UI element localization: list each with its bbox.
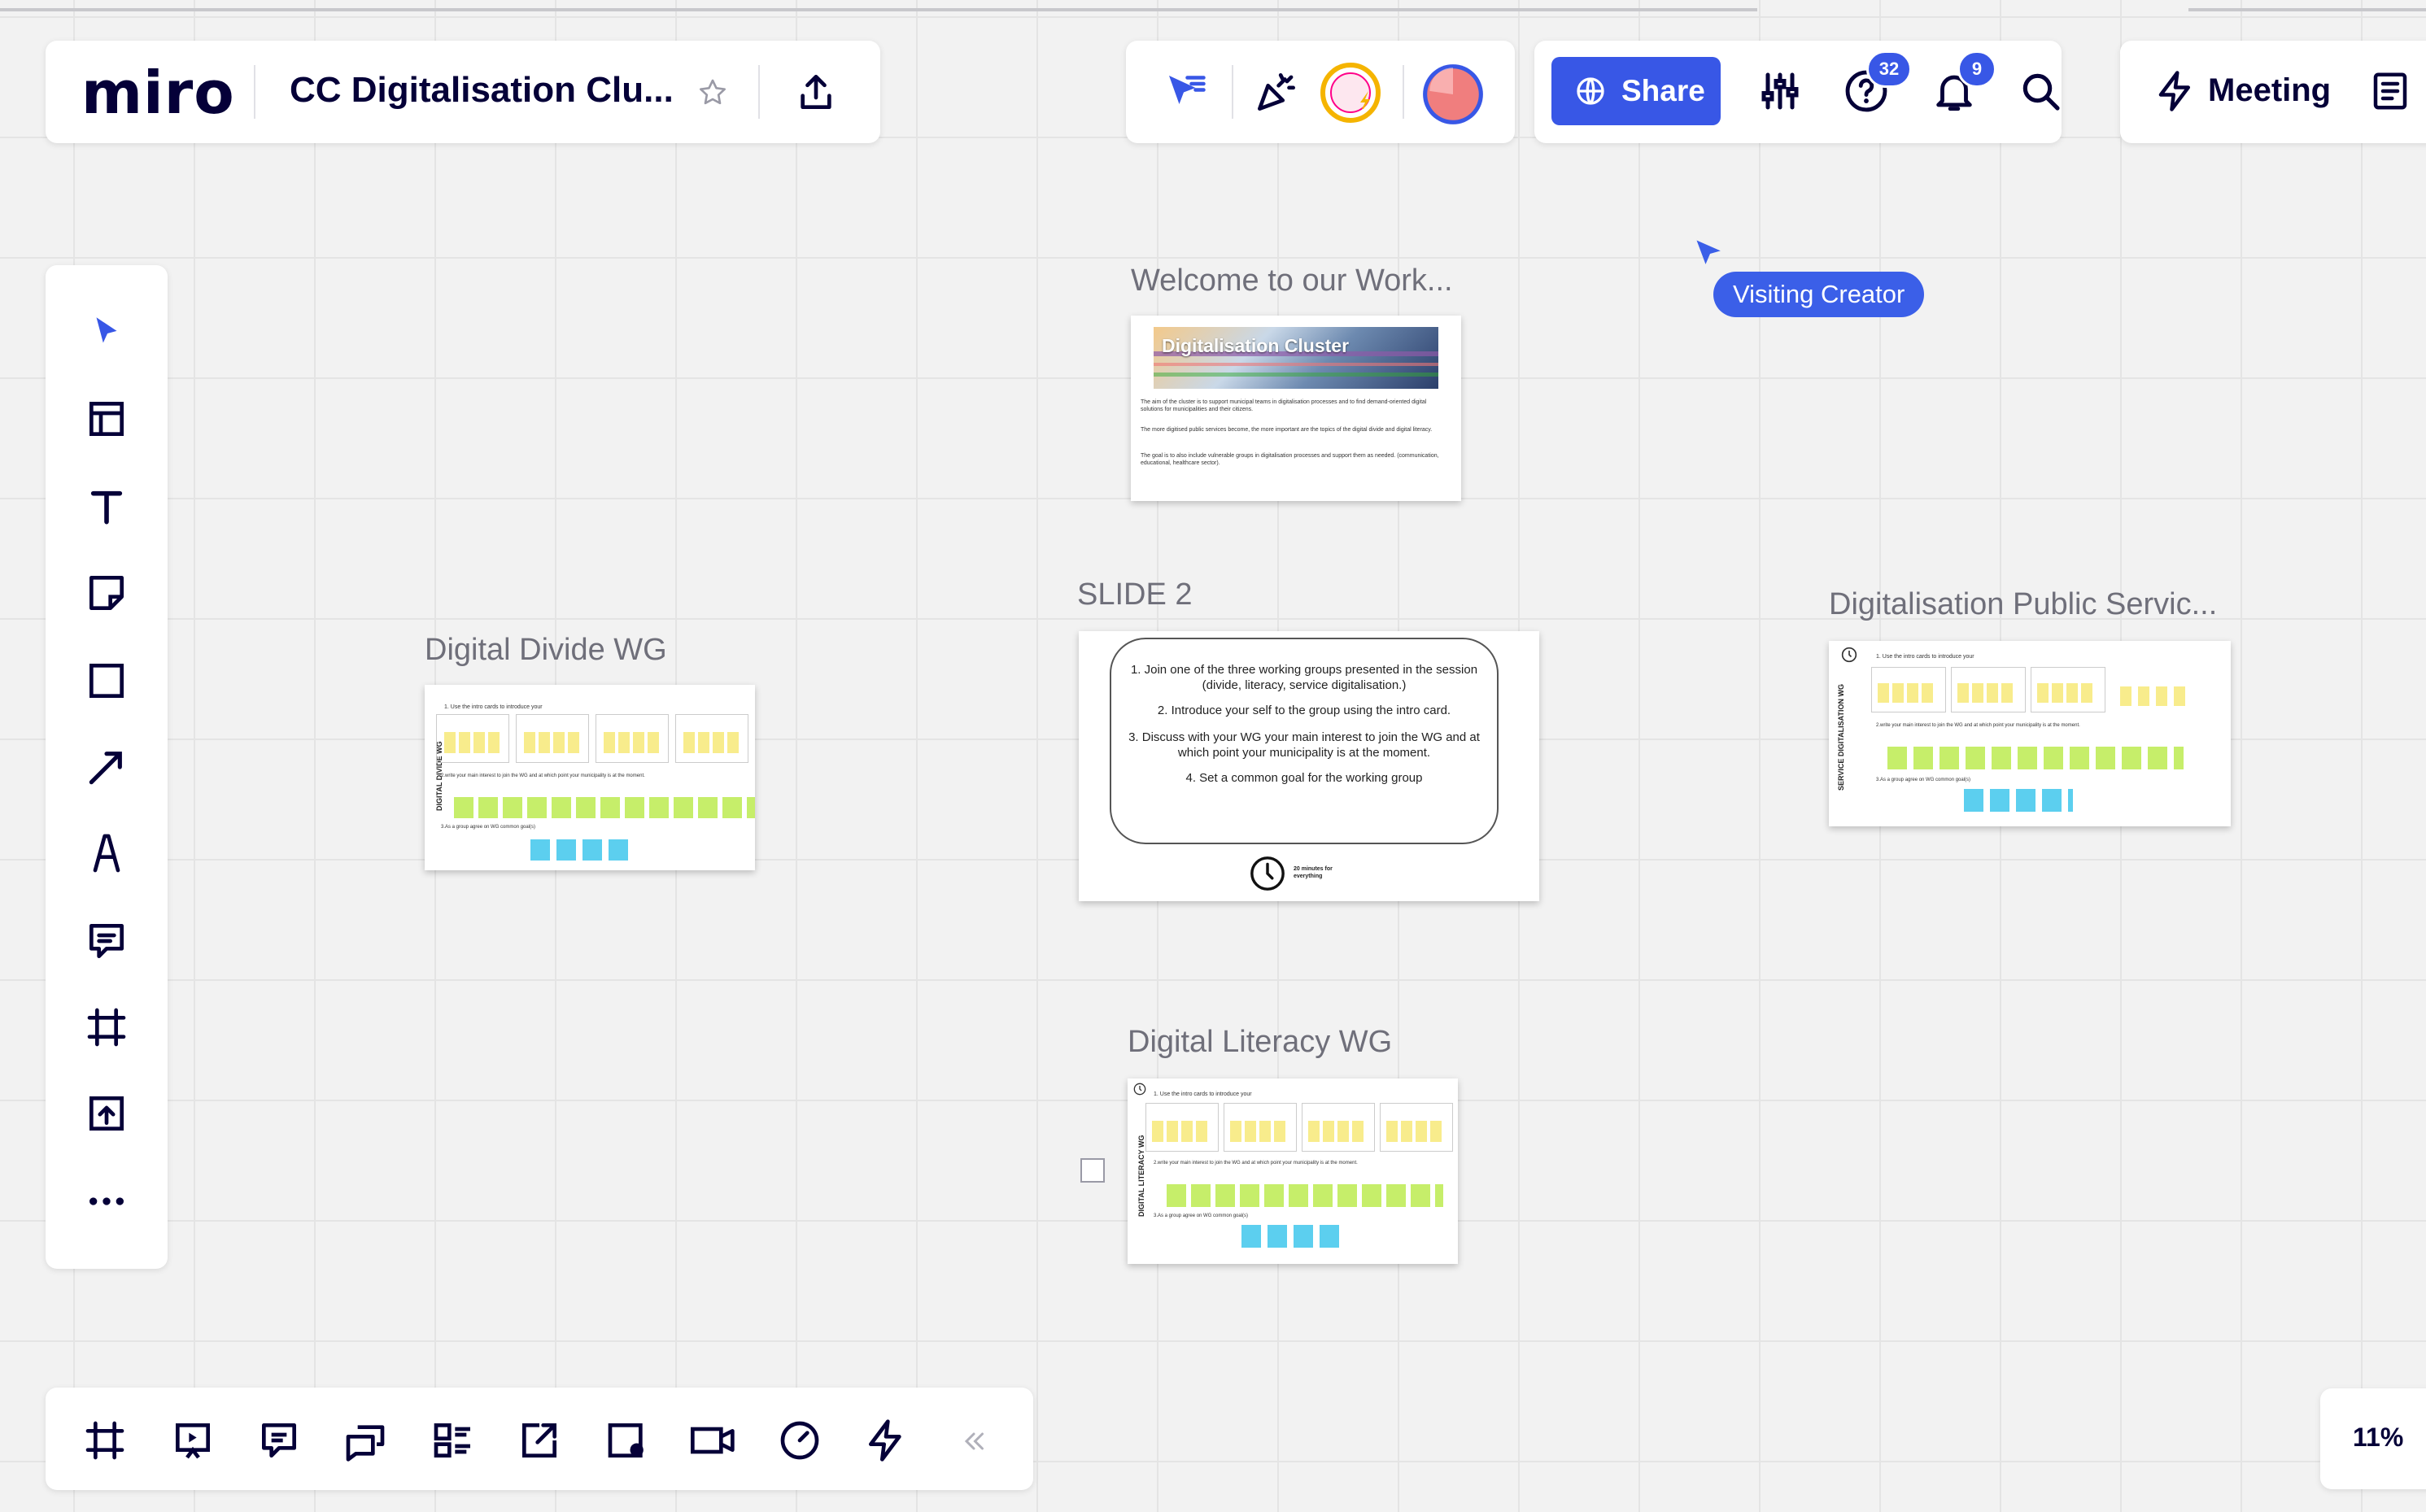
- service-step-2: 2.write your main interest to join the W…: [1876, 723, 2080, 728]
- divide-step-1: 1. Use the intro cards to introduce your: [444, 704, 543, 710]
- video-call-icon[interactable]: [687, 1415, 740, 1466]
- slide2-instruction-box: 1. Join one of the three working groups …: [1110, 638, 1499, 844]
- frame-digital-divide[interactable]: DIGITAL DIVIDE WG 1. Use the intro cards…: [425, 685, 755, 870]
- zoom-level: 11%: [2353, 1423, 2404, 1452]
- frame-title-divide[interactable]: Digital Divide WG: [425, 633, 667, 668]
- divide-green-stickies: [454, 797, 755, 818]
- service-clock-icon: [1840, 646, 1858, 664]
- service-blue-stickies: [1964, 789, 2073, 812]
- service-intro-cards: [1871, 667, 2213, 712]
- upload-icon[interactable]: [81, 1088, 132, 1139]
- miro-logo[interactable]: miro: [81, 59, 235, 127]
- templates-icon[interactable]: [81, 394, 132, 444]
- board-header-panel: miro CC Digitalisation Clu...: [46, 41, 880, 143]
- app-badge-icon[interactable]: [1318, 60, 1383, 125]
- top-edge-right: [2188, 8, 2426, 11]
- power-ups-icon[interactable]: [861, 1415, 911, 1466]
- checkbox[interactable]: [1080, 1158, 1105, 1183]
- more-tools-icon[interactable]: [81, 1176, 132, 1227]
- welcome-paragraph-1: The aim of the cluster is to support mun…: [1141, 399, 1427, 412]
- service-step-1: 1. Use the intro cards to introduce your: [1876, 654, 1974, 660]
- divider: [1403, 65, 1404, 119]
- text-tool-icon[interactable]: [81, 481, 132, 532]
- divider: [1232, 65, 1233, 119]
- settings-sliders-icon[interactable]: [1754, 65, 1806, 117]
- export-upload-icon[interactable]: [791, 67, 841, 117]
- slide2-step-1: 1. Join one of the three working groups …: [1130, 663, 1478, 692]
- divide-step-3: 3.As a group agree on WG common goal(s): [441, 825, 536, 830]
- frame-service-digitalisation[interactable]: SERVICE DIGITALISATION WG 1. Use the int…: [1829, 641, 2231, 826]
- literacy-step-2: 2.write your main interest to join the W…: [1154, 1161, 1358, 1166]
- welcome-banner-title: Digitalisation Cluster: [1162, 335, 1350, 356]
- top-edge: [0, 8, 1757, 11]
- literacy-intro-cards: [1145, 1103, 1458, 1152]
- frame-slide2[interactable]: 1. Join one of the three working groups …: [1079, 631, 1539, 901]
- card-list-icon[interactable]: [428, 1415, 478, 1466]
- welcome-banner-image: Digitalisation Cluster: [1154, 327, 1438, 389]
- chat-icon[interactable]: [340, 1415, 391, 1466]
- help-count-badge: 32: [1866, 50, 1912, 88]
- comments-list-icon[interactable]: [254, 1415, 304, 1466]
- collaborator-name-label: Visiting Creator: [1713, 272, 1925, 317]
- frame-title-service[interactable]: Digitalisation Public Servic...: [1829, 587, 2217, 622]
- literacy-clock-icon: [1132, 1082, 1147, 1096]
- slide2-step-3: 3. Discuss with your WG your main intere…: [1128, 730, 1480, 760]
- share-screen-icon[interactable]: [514, 1415, 565, 1466]
- slide2-timer-text: 20 minutes for everything: [1294, 866, 1333, 879]
- frame-welcome[interactable]: Digitalisation Cluster The aim of the cl…: [1131, 316, 1461, 501]
- service-green-stickies: [1887, 747, 2184, 769]
- slide2-step-4: 4. Set a common goal for the working gro…: [1185, 771, 1423, 785]
- notifications-count-badge: 9: [1957, 50, 1996, 88]
- frames-icon[interactable]: [80, 1415, 130, 1466]
- service-step-3: 3.As a group agree on WG common goal(s): [1876, 778, 1971, 782]
- lightning-icon[interactable]: [2151, 67, 2200, 115]
- pen-icon[interactable]: [81, 828, 132, 878]
- search-icon[interactable]: [2014, 65, 2066, 117]
- literacy-step-3: 3.As a group agree on WG common goal(s): [1154, 1214, 1249, 1218]
- globe-icon: [1577, 77, 1604, 105]
- divide-blue-stickies: [530, 839, 631, 861]
- frame-title-slide2[interactable]: SLIDE 2: [1077, 577, 1193, 612]
- share-label: Share: [1621, 74, 1705, 107]
- share-button[interactable]: Share: [1551, 57, 1721, 125]
- zoom-indicator[interactable]: 11%: [2320, 1388, 2426, 1489]
- collaborator-cursor-icon: [1692, 236, 1728, 272]
- frame-icon[interactable]: [81, 1002, 132, 1052]
- notes-panel-icon[interactable]: [2366, 67, 2415, 115]
- literacy-side-label: DIGITAL LITERACY WG: [1137, 1135, 1145, 1218]
- frame-title-welcome[interactable]: Welcome to our Work...: [1131, 264, 1453, 298]
- sticky-note-icon[interactable]: [81, 568, 132, 618]
- comment-icon[interactable]: [81, 916, 132, 966]
- literacy-step-1: 1. Use the intro cards to introduce your: [1154, 1092, 1252, 1097]
- cursor-follow-icon[interactable]: [1160, 67, 1211, 117]
- select-cursor-icon[interactable]: [81, 307, 132, 358]
- literacy-green-stickies: [1167, 1184, 1443, 1207]
- shape-rectangle-icon[interactable]: [81, 656, 132, 706]
- welcome-paragraph-3: The goal is to also include vulnerable g…: [1141, 453, 1439, 466]
- divide-step-2: 2.write your main interest to join the W…: [441, 773, 645, 778]
- collaboration-panel: [1126, 41, 1515, 143]
- board-title[interactable]: CC Digitalisation Clu...: [290, 70, 674, 111]
- literacy-blue-stickies: [1241, 1225, 1342, 1248]
- slide2-step-2: 2. Introduce your self to the group usin…: [1157, 704, 1451, 717]
- connection-line-icon[interactable]: [81, 742, 132, 792]
- divider: [758, 65, 760, 119]
- timer-icon[interactable]: [774, 1415, 825, 1466]
- screen-record-icon[interactable]: [602, 1415, 652, 1466]
- presentation-icon[interactable]: [168, 1415, 218, 1466]
- frame-title-literacy[interactable]: Digital Literacy WG: [1128, 1025, 1392, 1060]
- star-icon[interactable]: [693, 73, 732, 112]
- service-side-label: SERVICE DIGITALISATION WG: [1837, 683, 1845, 791]
- divide-intro-cards: [436, 714, 753, 763]
- welcome-paragraph-2: The more digitised public services becom…: [1141, 427, 1433, 433]
- celebrate-icon[interactable]: [1250, 65, 1303, 119]
- clock-icon: [1248, 854, 1287, 893]
- meeting-label[interactable]: Meeting: [2208, 72, 2331, 109]
- divider: [254, 65, 255, 119]
- collapse-toolbar-icon[interactable]: [953, 1423, 994, 1459]
- frame-digital-literacy[interactable]: DIGITAL LITERACY WG 1. Use the intro car…: [1128, 1078, 1458, 1264]
- user-avatar[interactable]: [1419, 60, 1487, 129]
